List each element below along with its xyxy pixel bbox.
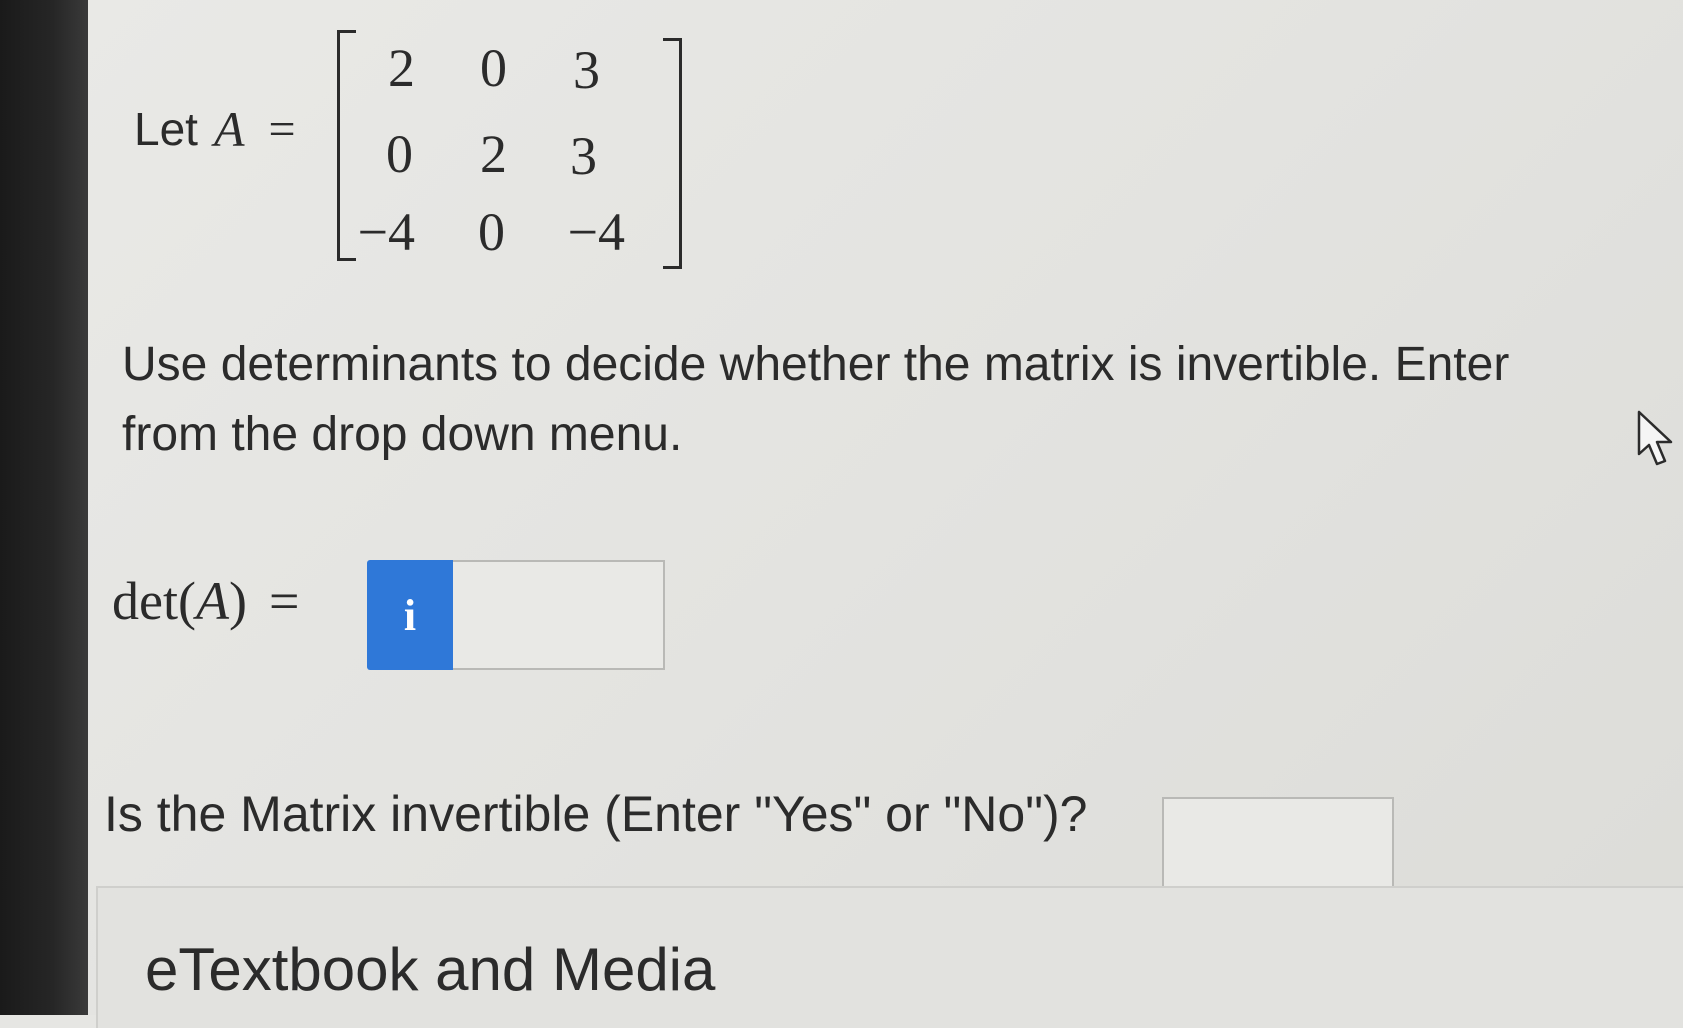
matrix-cell: 0: [478, 202, 505, 262]
determinant-input[interactable]: [453, 560, 665, 670]
matrix-cell: 0: [480, 38, 507, 98]
matrix-cell: 3: [573, 40, 600, 100]
det-prefix: det(: [112, 571, 196, 631]
instruction-text: Use determinants to decide whether the m…: [122, 330, 1672, 470]
info-icon-button[interactable]: i: [367, 560, 453, 670]
mouse-cursor-icon: [1637, 410, 1673, 466]
matrix-cell: 2: [388, 38, 415, 98]
etextbook-media-label: eTextbook and Media: [145, 936, 716, 1003]
matrix-variable: A: [213, 101, 245, 157]
invertible-question: Is the Matrix invertible (Enter "Yes" or…: [104, 786, 1088, 842]
det-variable: A: [195, 571, 229, 631]
determinant-label: det( A ) =: [112, 570, 299, 632]
matrix-a: 2 0 3 0 2 3 −4 0 −4: [337, 30, 682, 269]
instruction-line-1: Use determinants to decide whether the m…: [122, 338, 1510, 391]
matrix-cell: 0: [386, 124, 413, 184]
matrix-definition-label: Let A =: [134, 100, 296, 158]
matrix-cell: 2: [480, 124, 507, 184]
det-equals: =: [268, 571, 300, 631]
equals-sign: =: [268, 102, 296, 156]
let-text: Let: [134, 103, 198, 155]
matrix-right-bracket: [663, 38, 682, 269]
instruction-line-2: from the drop down menu.: [122, 408, 683, 461]
matrix-cell: −4: [357, 202, 415, 262]
matrix-cell: −4: [567, 202, 625, 262]
det-suffix: ): [228, 571, 247, 631]
screen-bezel: [0, 0, 88, 1015]
determinant-answer-group: i: [367, 560, 667, 672]
matrix-cell: 3: [570, 126, 597, 186]
info-icon: i: [403, 590, 417, 640]
